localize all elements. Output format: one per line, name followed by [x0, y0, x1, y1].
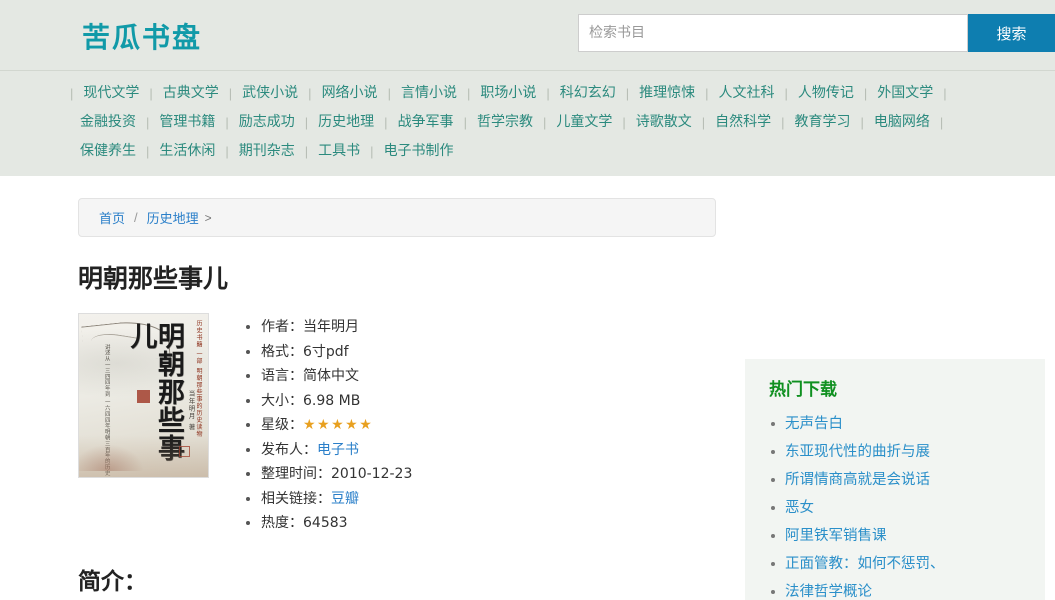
hot-download-link-1[interactable]: 东亚现代性的曲折与展 — [785, 444, 930, 460]
list-item: 法律哲学概论 — [745, 578, 1045, 600]
book-meta-label: 相关链接： — [261, 490, 331, 507]
book-meta-label: 整理时间： — [261, 466, 331, 482]
star-rating: ★★★★★ — [303, 417, 374, 433]
hot-download-link-6[interactable]: 法律哲学概论 — [785, 584, 872, 600]
search-bar: 搜索 — [578, 14, 1055, 52]
list-item: 东亚现代性的曲折与展 — [745, 438, 1045, 466]
book-meta-row: 语言：简体中文 — [245, 364, 412, 389]
hot-downloads-list: 无声告白东亚现代性的曲折与展 所谓情商高就是会说话 恶女阿里铁军销售课正面管教：如何… — [745, 410, 1045, 600]
nav-item-0[interactable]: 现代文学 — [73, 79, 149, 108]
nav-item-20[interactable]: 教育学习 — [785, 108, 861, 137]
category-nav: | 现代文学 | 古典文学 | 武侠小说 | 网络小说 | 言情小说 | 职场小说 | 科幻玄幻 | 推理惊悚… — [0, 70, 1055, 176]
book-meta-label: 大小： — [261, 392, 303, 409]
book-meta-row: 星级：★★★★★ — [245, 413, 412, 438]
hot-download-link-2[interactable]: 所谓情商高就是会说话 — [785, 472, 930, 488]
hot-downloads-title: 热门下载 — [769, 380, 837, 400]
hot-download-link-4[interactable]: 阿里铁军销售课 — [785, 528, 887, 544]
list-item: 恶女 — [745, 494, 1045, 522]
list-item: 所谓情商高就是会说话 — [745, 466, 1045, 494]
nav-item-18[interactable]: 诗歌散文 — [626, 108, 702, 137]
book-meta-link[interactable]: 豆瓣 — [331, 491, 359, 507]
book-meta-row: 作者：当年明月 — [245, 315, 412, 340]
nav-item-19[interactable]: 自然科学 — [705, 108, 781, 137]
page-title: 明朝那些事儿 — [78, 264, 229, 293]
nav-item-24[interactable]: 期刊杂志 — [229, 137, 305, 166]
nav-item-10[interactable]: 外国文学 — [867, 79, 943, 108]
book-meta-row: 相关链接：豆瓣 — [245, 487, 412, 512]
nav-item-3[interactable]: 网络小说 — [312, 79, 388, 108]
search-input[interactable] — [578, 14, 968, 52]
book-meta-row: 整理时间：2010-12-23 — [245, 462, 412, 487]
book-meta-value: 6.98 MB — [303, 392, 361, 409]
book-meta-list: 作者：当年明月 格式：6寸pdf 语言：简体中文 大小：6.98 MB 星级：★★★★★… — [245, 313, 412, 536]
page-body: 首页 / 历史地理 > 明朝那些事儿 历史书籍 一部 明朝那些事的历史读物 讲述… — [0, 176, 1055, 600]
nav-item-22[interactable]: 保健养生 — [70, 137, 146, 166]
intro-heading: 简介： — [78, 568, 147, 595]
breadcrumb-separator: / — [134, 210, 138, 225]
breadcrumb: 首页 / 历史地理 > — [78, 198, 716, 237]
cover-hill-wash — [79, 445, 143, 471]
book-meta-row: 发布人：电子书 — [245, 438, 412, 463]
book-meta-link[interactable]: 电子书 — [317, 442, 359, 458]
nav-item-25[interactable]: 工具书 — [308, 137, 370, 166]
book-cover-image[interactable]: 历史书籍 一部 明朝那些事的历史读物 讲述从一三四四年到 一六四四年明朝三百年的… — [78, 313, 209, 478]
nav-item-23[interactable]: 生活休闲 — [149, 137, 225, 166]
nav-separator: | — [943, 86, 947, 101]
nav-item-4[interactable]: 言情小说 — [391, 79, 467, 108]
book-meta-label: 热度： — [261, 515, 303, 531]
site-logo[interactable]: 苦瓜书盘 — [82, 16, 202, 56]
nav-item-7[interactable]: 推理惊悚 — [629, 79, 705, 108]
nav-item-8[interactable]: 人文社科 — [709, 79, 785, 108]
nav-item-14[interactable]: 历史地理 — [308, 108, 384, 137]
book-meta-label: 星级： — [261, 417, 303, 433]
hot-download-link-5[interactable]: 正面管教：如何不惩罚、 — [785, 556, 945, 572]
book-meta-label: 格式： — [261, 343, 303, 360]
nav-item-1[interactable]: 古典文学 — [153, 79, 229, 108]
nav-item-13[interactable]: 励志成功 — [229, 108, 305, 137]
book-meta-value: 6寸pdf — [303, 343, 349, 360]
nav-item-21[interactable]: 电脑网络 — [864, 108, 940, 137]
nav-item-26[interactable]: 电子书制作 — [374, 137, 464, 166]
breadcrumb-home[interactable]: 首页 — [99, 208, 125, 227]
category-nav-list: | 现代文学 | 古典文学 | 武侠小说 | 网络小说 | 言情小说 | 职场小说 | 科幻玄幻 | 推理惊悚… — [70, 79, 985, 166]
book-meta-label: 语言： — [261, 368, 303, 384]
breadcrumb-arrow: > — [204, 210, 212, 225]
book-meta-value: 当年明月 — [303, 319, 359, 335]
site-header: 苦瓜书盘 搜索 — [0, 0, 1055, 70]
nav-item-9[interactable]: 人物传记 — [788, 79, 864, 108]
nav-item-12[interactable]: 管理书籍 — [149, 108, 225, 137]
nav-separator: | — [939, 115, 944, 130]
book-meta-row: 大小：6.98 MB — [245, 389, 412, 414]
search-button[interactable]: 搜索 — [968, 14, 1055, 52]
nav-item-16[interactable]: 哲学宗教 — [467, 108, 543, 137]
cover-seal-icon — [137, 390, 150, 403]
nav-item-17[interactable]: 儿童文学 — [546, 108, 622, 137]
nav-item-11[interactable]: 金融投资 — [70, 108, 146, 137]
book-meta-label: 作者： — [261, 319, 303, 335]
list-item: 无声告白 — [745, 410, 1045, 438]
book-meta-value: 2010-12-23 — [331, 466, 413, 482]
hot-download-link-3[interactable]: 恶女 — [785, 500, 814, 516]
hot-download-link-0[interactable]: 无声告白 — [785, 416, 843, 432]
nav-item-15[interactable]: 战争军事 — [388, 108, 464, 137]
book-meta-value: 64583 — [303, 515, 348, 531]
nav-item-2[interactable]: 武侠小说 — [232, 79, 308, 108]
book-meta-row: 热度：64583 — [245, 511, 412, 536]
hot-downloads-panel: 热门下载 无声告白东亚现代性的曲折与展 所谓情商高就是会说话 恶女阿里铁军销售课正面… — [745, 359, 1045, 600]
list-item: 正面管教：如何不惩罚、 — [745, 550, 1045, 578]
book-detail: 历史书籍 一部 明朝那些事的历史读物 讲述从一三四四年到 一六四四年明朝三百年的… — [78, 313, 700, 536]
nav-item-6[interactable]: 科幻玄幻 — [550, 79, 626, 108]
book-meta-row: 格式：6寸pdf — [245, 340, 412, 365]
main-column: 首页 / 历史地理 > 明朝那些事儿 历史书籍 一部 明朝那些事的历史读物 讲述… — [0, 176, 716, 600]
cover-author-text: 当年明月 著 — [187, 390, 195, 431]
list-item: 阿里铁军销售课 — [745, 522, 1045, 550]
breadcrumb-category[interactable]: 历史地理 — [147, 208, 199, 227]
book-meta-value: 简体中文 — [303, 368, 359, 384]
nav-item-5[interactable]: 职场小说 — [470, 79, 546, 108]
book-meta-label: 发布人： — [261, 441, 317, 458]
